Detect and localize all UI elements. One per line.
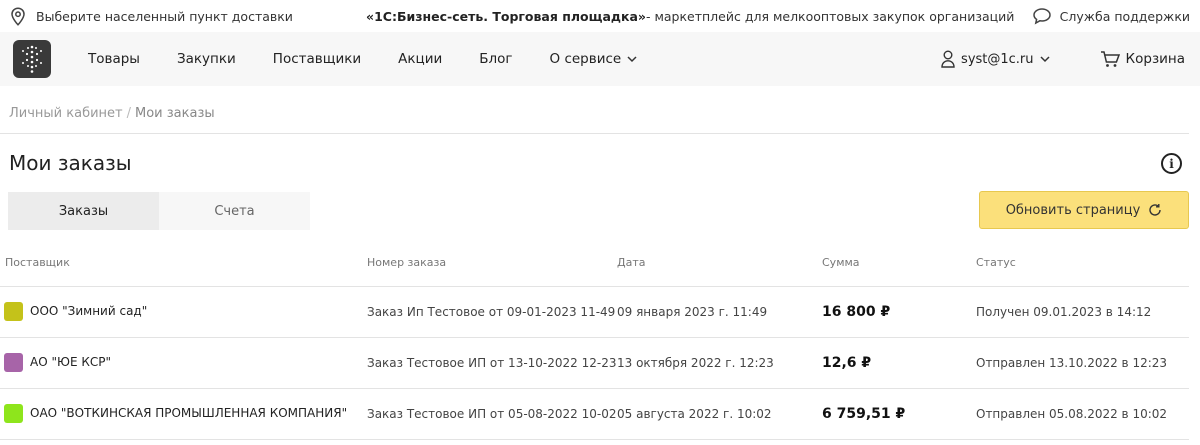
header-sum[interactable]: Сумма: [822, 240, 976, 287]
location-pin-icon: [11, 6, 25, 26]
header-supplier[interactable]: Поставщик: [0, 240, 367, 287]
logo[interactable]: [13, 40, 51, 78]
sum-cell: 16 800 ₽: [822, 286, 976, 338]
support-label: Служба поддержки: [1059, 8, 1190, 24]
date-cell: 05 августа 2022 г. 10:02: [617, 388, 822, 440]
tabs-row: Заказы Счета Обновить страницу: [0, 191, 1200, 240]
info-icon[interactable]: i: [1161, 153, 1182, 174]
location-selector[interactable]: Выберите населенный пункт доставки: [10, 6, 293, 26]
table-row[interactable]: ООО "Зимний сад" Заказ Ип Тестовое от 09…: [0, 286, 1189, 338]
chevron-down-icon: [627, 55, 637, 62]
main-nav: Товары Закупки Поставщики Акции Блог О с…: [0, 32, 1200, 86]
refresh-page-button[interactable]: Обновить страницу: [979, 191, 1189, 229]
header-status[interactable]: Статус: [976, 240, 1189, 287]
supplier-cell: ООО "Зимний сад": [0, 286, 367, 338]
chevron-down-icon: [1040, 55, 1050, 62]
nav-item-about-label: О сервисе: [549, 51, 622, 67]
marketplace-tagline: «1С:Бизнес-сеть. Торговая площадка» - ма…: [366, 0, 1014, 32]
status-cell: Отправлен 13.10.2022 в 12:23: [976, 337, 1189, 389]
orders-table: Поставщик Номер заказа Дата Сумма Статус…: [0, 240, 1189, 440]
sum-cell: 12,6 ₽: [822, 337, 976, 389]
tab-invoices[interactable]: Счета: [159, 192, 310, 230]
supplier-name: ООО "Зимний сад": [30, 304, 148, 318]
status-cell: Отправлен 05.08.2022 в 10:02: [976, 388, 1189, 440]
table-row[interactable]: ОАО "ВОТКИНСКАЯ ПРОМЫШЛЕННАЯ КОМПАНИЯ" З…: [0, 388, 1189, 440]
header-order-number[interactable]: Номер заказа: [367, 240, 617, 287]
brand-name: «1С:Бизнес-сеть. Торговая площадка»: [366, 8, 646, 24]
support-link[interactable]: Служба поддержки: [1032, 7, 1190, 25]
logo-icon: [22, 45, 42, 73]
header-date[interactable]: Дата: [617, 240, 822, 287]
location-label: Выберите населенный пункт доставки: [36, 8, 293, 24]
tabs: Заказы Счета: [8, 192, 310, 230]
nav-right: syst@1c.ru Корзина: [941, 32, 1185, 86]
table-header-row: Поставщик Номер заказа Дата Сумма Статус: [0, 240, 1189, 287]
supplier-color-swatch: [4, 302, 23, 321]
supplier-cell: ОАО "ВОТКИНСКАЯ ПРОМЫШЛЕННАЯ КОМПАНИЯ": [0, 388, 367, 440]
user-email: syst@1c.ru: [961, 51, 1034, 67]
tab-orders[interactable]: Заказы: [8, 192, 159, 230]
cart-label: Корзина: [1125, 51, 1185, 67]
table-row[interactable]: АО "ЮЕ КСР" Заказ Тестовое ИП от 13-10-2…: [0, 337, 1189, 389]
page-title: Мои заказы: [9, 151, 132, 175]
cart-link[interactable]: Корзина: [1100, 50, 1185, 68]
supplier-color-swatch: [4, 404, 23, 423]
breadcrumb: Личный кабинет / Мои заказы: [0, 86, 1189, 134]
breadcrumb-current: Мои заказы: [135, 106, 215, 121]
user-menu[interactable]: syst@1c.ru: [941, 50, 1050, 68]
supplier-cell: АО "ЮЕ КСР": [0, 337, 367, 389]
chat-bubble-icon: [1032, 8, 1051, 25]
order-number-cell[interactable]: Заказ Ип Тестовое от 09-01-2023 11-49: [367, 286, 617, 338]
date-cell: 09 января 2023 г. 11:49: [617, 286, 822, 338]
breadcrumb-separator: /: [126, 106, 131, 121]
nav-item-blog[interactable]: Блог: [479, 51, 512, 67]
nav-menu: Товары Закупки Поставщики Акции Блог О с…: [88, 32, 674, 86]
cart-icon: [1100, 51, 1120, 67]
refresh-icon: [1149, 204, 1161, 216]
top-bar: Выберите населенный пункт доставки «1С:Б…: [0, 0, 1200, 32]
sum-cell: 6 759,51 ₽: [822, 388, 976, 440]
user-icon: [941, 50, 955, 68]
nav-item-about[interactable]: О сервисе: [550, 51, 638, 67]
order-number-cell[interactable]: Заказ Тестовое ИП от 05-08-2022 10-02: [367, 388, 617, 440]
tagline-text: - маркетплейс для мелкооптовых закупок о…: [645, 8, 1015, 24]
nav-item-promotions[interactable]: Акции: [398, 51, 442, 67]
supplier-name: АО "ЮЕ КСР": [30, 355, 111, 369]
refresh-label: Обновить страницу: [1005, 202, 1141, 218]
nav-item-suppliers[interactable]: Поставщики: [273, 51, 361, 67]
breadcrumb-root[interactable]: Личный кабинет: [9, 106, 123, 121]
nav-item-goods[interactable]: Товары: [88, 51, 140, 67]
title-bar: Мои заказы i: [0, 134, 1200, 192]
nav-item-purchases[interactable]: Закупки: [177, 51, 236, 67]
date-cell: 13 октября 2022 г. 12:23: [617, 337, 822, 389]
supplier-name: ОАО "ВОТКИНСКАЯ ПРОМЫШЛЕННАЯ КОМПАНИЯ": [30, 406, 348, 420]
order-number-cell[interactable]: Заказ Тестовое ИП от 13-10-2022 12-23: [367, 337, 617, 389]
status-cell: Получен 09.01.2023 в 14:12: [976, 286, 1189, 338]
supplier-color-swatch: [4, 353, 23, 372]
